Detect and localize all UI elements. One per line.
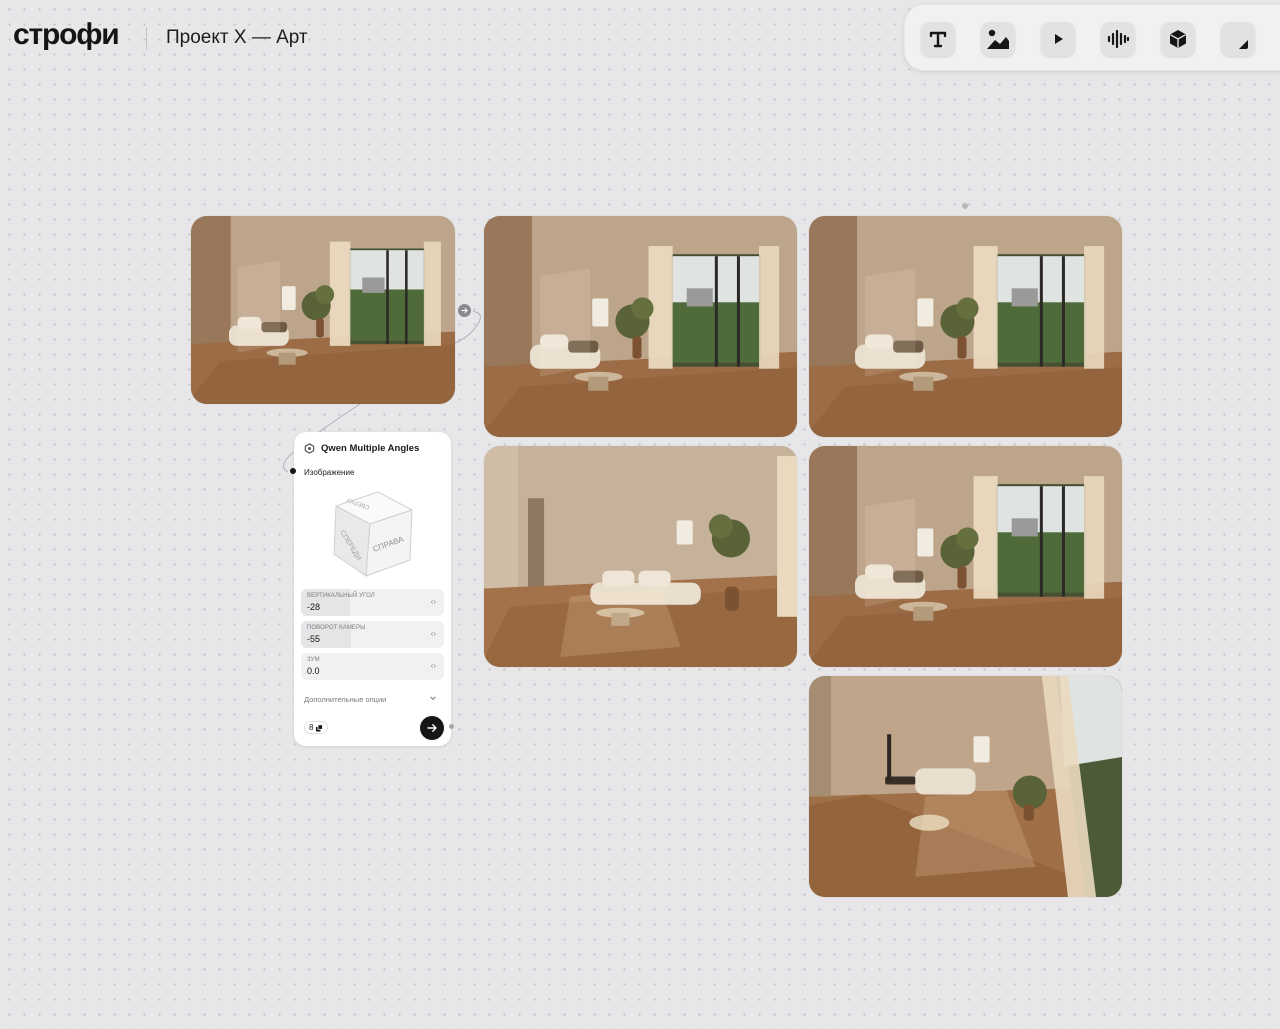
camera-angle-cube[interactable]: СВЕРХУ СПЕРЕДИ СПРАВА [330,490,416,580]
node-header: Qwen Multiple Angles [304,443,419,454]
generated-image-1[interactable] [484,216,797,437]
qwen-node-panel[interactable]: Qwen Multiple Angles Изображение СВЕРХУ … [290,432,454,746]
arrow-right-icon [461,307,468,314]
camera-rotation-label: ПОВОРОТ КАМЕРЫ [307,625,366,631]
input-port[interactable] [290,468,296,474]
source-image[interactable] [191,216,455,404]
generated-image-5[interactable] [809,676,1122,897]
model-logo-icon [304,443,315,454]
generated-image-2[interactable] [809,216,1122,437]
zoom-label: ЗУМ [307,657,320,663]
output-count[interactable]: 8 [304,721,329,734]
generated-image-3[interactable] [484,446,797,667]
stepper-arrows-icon[interactable]: ‹› [431,661,436,670]
node-title: Qwen Multiple Angles [321,443,420,454]
camera-rotation-value: -55 [307,634,321,644]
vertical-angle-field[interactable]: ВЕРТИКАЛЬНЫЙ УГОЛ -28 ‹› [301,589,444,616]
stepper-arrows-icon[interactable]: ‹› [431,597,436,606]
run-button[interactable] [420,716,444,740]
output-port[interactable] [449,724,454,729]
arrow-right-icon [427,724,437,732]
drag-handle[interactable] [962,203,968,209]
generated-image-4[interactable] [809,446,1122,667]
vertical-angle-label: ВЕРТИКАЛЬНЫЙ УГОЛ [307,593,375,599]
stepper-arrows-icon[interactable]: ‹› [431,629,436,638]
chevron-down-icon[interactable] [429,694,437,702]
more-options-toggle[interactable]: Дополнительные опции [304,695,386,704]
vertical-angle-value: -28 [307,602,321,612]
camera-rotation-field[interactable]: ПОВОРОТ КАМЕРЫ -55 ‹› [301,621,444,648]
zoom-field[interactable]: ЗУМ 0.0 ‹› [301,653,444,680]
images-stack-icon [316,723,324,731]
zoom-value: 0.0 [307,666,320,676]
input-label: Изображение [304,468,355,477]
output-count-value: 8 [309,723,314,732]
